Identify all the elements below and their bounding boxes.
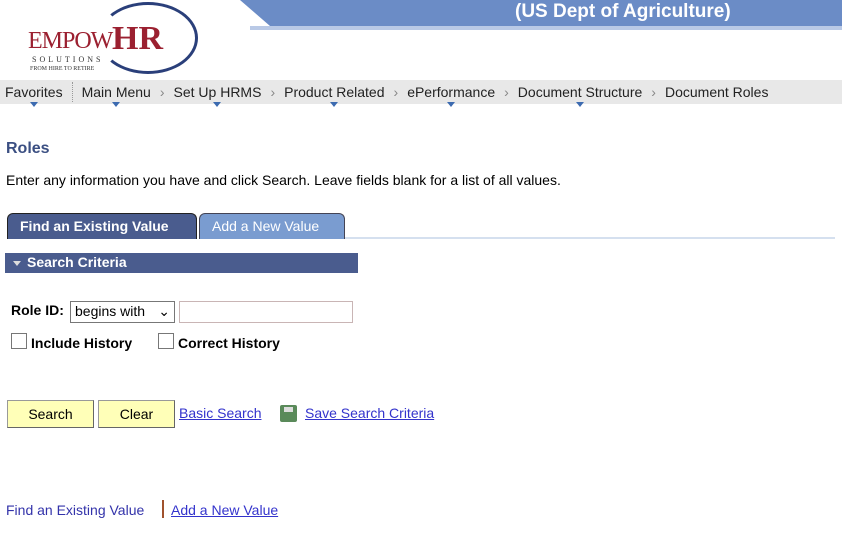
chevron-right-icon: ›	[159, 84, 165, 100]
nav-set-up-hrms[interactable]: Set Up HRMS	[169, 84, 267, 107]
footer-divider	[162, 500, 164, 518]
empowhr-logo: EMPOW HR SOLUTIONS FROM HIRE TO RETIRE	[20, 0, 220, 78]
dropdown-arrow-icon	[447, 102, 456, 107]
collapse-triangle-icon	[13, 260, 21, 266]
role-id-operator-select[interactable]: begins with ⌄	[70, 301, 175, 323]
nav-product-related[interactable]: Product Related	[279, 84, 389, 107]
dropdown-arrow-icon	[29, 102, 38, 107]
navigation-bar: Favorites Main Menu › Set Up HRMS › Produc…	[0, 80, 842, 107]
search-button[interactable]: Search	[7, 400, 94, 428]
footer-add-new-value-link[interactable]: Add a New Value	[171, 502, 278, 518]
dropdown-arrow-icon	[576, 102, 585, 107]
dropdown-arrow-icon	[112, 102, 121, 107]
include-history-label: Include History	[31, 335, 133, 351]
organization-name: (US Dept of Agriculture)	[515, 1, 731, 22]
nav-favorites[interactable]: Favorites	[0, 84, 68, 107]
tab-find-existing-value[interactable]: Find an Existing Value	[7, 213, 197, 239]
tab-divider	[345, 237, 835, 239]
save-search-criteria-link[interactable]: Save Search Criteria	[305, 405, 434, 421]
nav-main-menu[interactable]: Main Menu	[77, 84, 156, 107]
instructions: Enter any information you have and click…	[6, 172, 561, 188]
chevron-right-icon: ›	[504, 84, 509, 100]
chevron-right-icon: ›	[651, 84, 656, 100]
role-id-input[interactable]	[179, 301, 353, 323]
chevron-right-icon: ›	[270, 84, 276, 100]
dropdown-arrow-icon	[213, 102, 222, 107]
search-criteria-header[interactable]: Search Criteria	[5, 253, 358, 273]
clear-button[interactable]: Clear	[98, 400, 175, 428]
chevron-right-icon: ›	[393, 84, 399, 100]
nav-eperformance[interactable]: ePerformance	[402, 84, 500, 107]
correct-history-checkbox[interactable]	[158, 333, 174, 349]
basic-search-link[interactable]: Basic Search	[179, 405, 261, 421]
correct-history-label: Correct History	[178, 335, 280, 351]
dropdown-arrow-icon	[330, 102, 339, 107]
nav-document-roles[interactable]: Document Roles	[660, 84, 774, 100]
tab-add-new-value[interactable]: Add a New Value	[199, 213, 345, 239]
footer-find-existing-value-link[interactable]: Find an Existing Value	[6, 502, 144, 518]
save-floppy-icon[interactable]	[280, 405, 297, 422]
include-history-checkbox[interactable]	[11, 333, 27, 349]
header-banner-shadow	[250, 26, 842, 30]
page-title: Roles	[6, 140, 50, 157]
chevron-down-icon: ⌄	[158, 303, 170, 319]
nav-document-structure[interactable]: Document Structure	[513, 84, 648, 107]
role-id-label: Role ID:	[11, 302, 64, 318]
